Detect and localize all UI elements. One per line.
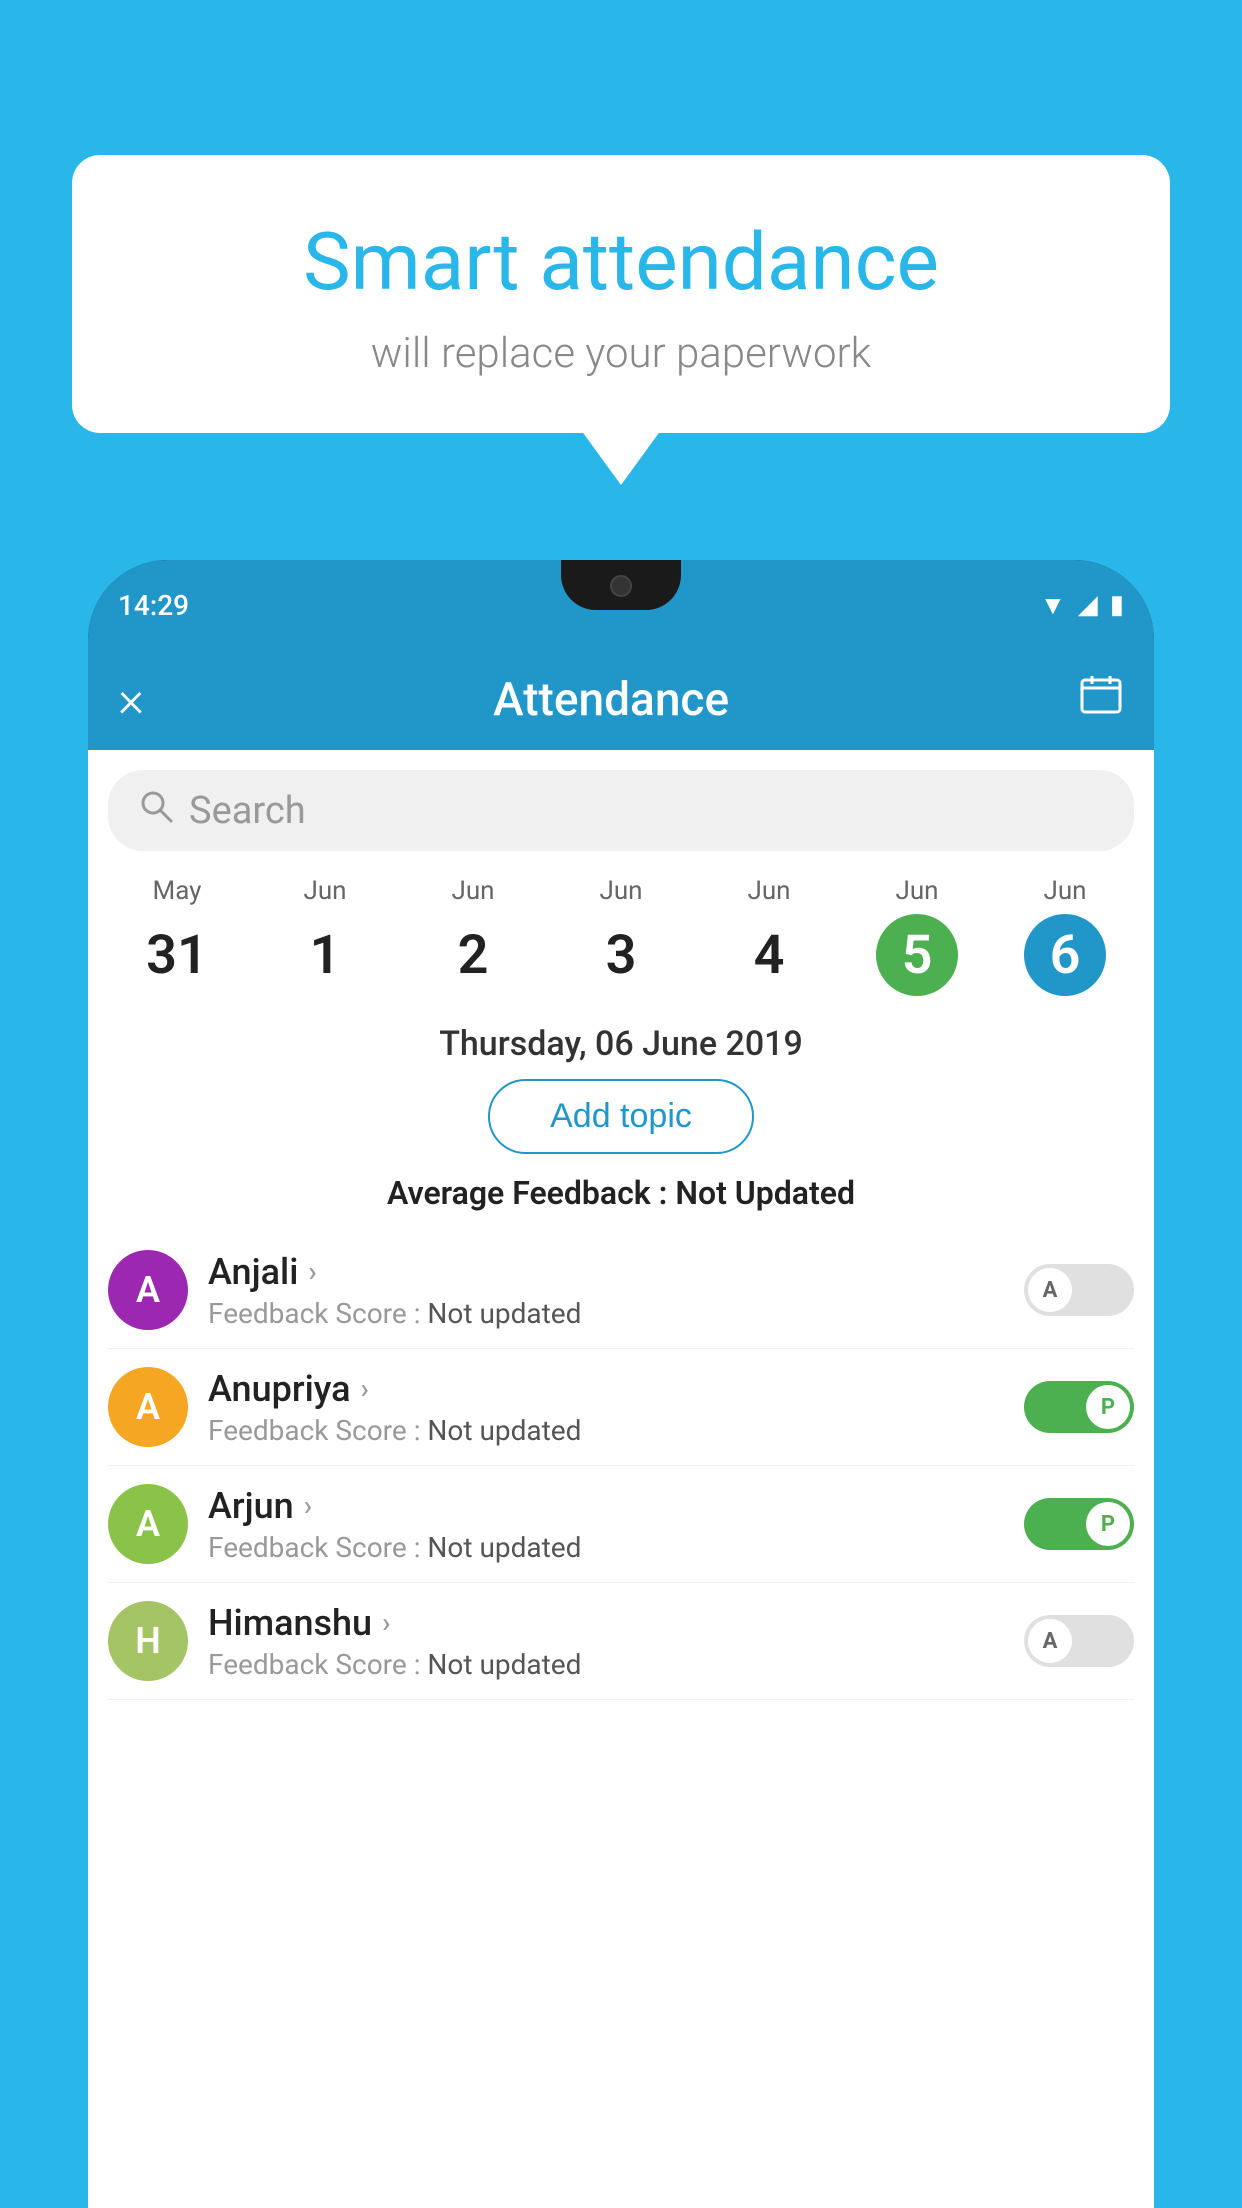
student-row-anupriya[interactable]: A Anupriya › Feedback Score : Not update… [108, 1349, 1134, 1466]
signal-icon: ◢ [1078, 590, 1098, 620]
date-may31[interactable]: May 31 [103, 876, 251, 996]
status-time: 14:29 [118, 589, 189, 622]
student-row-anjali[interactable]: A Anjali › Feedback Score : Not updated … [108, 1232, 1134, 1349]
speech-bubble: Smart attendance will replace your paper… [72, 155, 1170, 433]
app-bar-title: Attendance [174, 673, 1048, 727]
toggle-himanshu[interactable]: A [1024, 1615, 1134, 1667]
student-name-himanshu: Himanshu [208, 1602, 372, 1644]
date-jun1[interactable]: Jun 1 [251, 876, 399, 996]
calendar-button[interactable] [1078, 672, 1124, 729]
toggle-arjun[interactable]: P [1024, 1498, 1134, 1550]
toggle-knob-anupriya: P [1086, 1385, 1130, 1429]
student-name-arjun: Arjun [208, 1485, 294, 1527]
battery-icon: ▮ [1110, 590, 1124, 620]
toggle-knob-arjun: P [1086, 1502, 1130, 1546]
date-jun4[interactable]: Jun 4 [695, 876, 843, 996]
avatar-himanshu: H [108, 1601, 188, 1681]
student-name-anupriya: Anupriya [208, 1368, 351, 1410]
date-row: May 31 Jun 1 Jun 2 Jun 3 Jun 4 Jun 5 [88, 861, 1154, 996]
chevron-icon: › [361, 1372, 369, 1405]
student-info-himanshu: Himanshu › Feedback Score : Not updated [208, 1602, 1004, 1681]
toggle-knob-anjali: A [1028, 1268, 1072, 1312]
student-row-arjun[interactable]: A Arjun › Feedback Score : Not updated P [108, 1466, 1134, 1583]
avg-feedback-value: Not Updated [675, 1174, 855, 1212]
chevron-icon: › [304, 1489, 312, 1522]
search-placeholder: Search [189, 789, 1104, 833]
bubble-title: Smart attendance [122, 215, 1120, 309]
student-name-anjali: Anjali [208, 1251, 298, 1293]
close-button[interactable]: × [118, 671, 144, 729]
wifi-icon: ▼ [1040, 590, 1066, 621]
content-area: Search May 31 Jun 1 Jun 2 Jun 3 Jun 4 [88, 750, 1154, 2208]
avatar-anjali: A [108, 1250, 188, 1330]
app-bar: × Attendance [88, 650, 1154, 750]
student-info-arjun: Arjun › Feedback Score : Not updated [208, 1485, 1004, 1564]
phone-frame: 14:29 ▼ ◢ ▮ × Attendance [88, 560, 1154, 2208]
student-list: A Anjali › Feedback Score : Not updated … [88, 1232, 1154, 1700]
toggle-anupriya[interactable]: P [1024, 1381, 1134, 1433]
student-info-anupriya: Anupriya › Feedback Score : Not updated [208, 1368, 1004, 1447]
search-bar[interactable]: Search [108, 770, 1134, 851]
date-jun3[interactable]: Jun 3 [547, 876, 695, 996]
toggle-knob-himanshu: A [1028, 1619, 1072, 1663]
toggle-anjali[interactable]: A [1024, 1264, 1134, 1316]
chevron-icon: › [308, 1255, 316, 1288]
search-icon [138, 788, 174, 833]
avg-feedback: Average Feedback : Not Updated [88, 1174, 1154, 1212]
avatar-arjun: A [108, 1484, 188, 1564]
chevron-icon: › [382, 1606, 390, 1639]
avg-feedback-label: Average Feedback : [387, 1174, 675, 1212]
selected-date-label: Thursday, 06 June 2019 [88, 996, 1154, 1079]
avatar-anupriya: A [108, 1367, 188, 1447]
add-topic-button[interactable]: Add topic [488, 1079, 754, 1154]
date-jun6[interactable]: Jun 6 [991, 876, 1139, 996]
status-icons: ▼ ◢ ▮ [1040, 590, 1124, 621]
student-info-anjali: Anjali › Feedback Score : Not updated [208, 1251, 1004, 1330]
notch [561, 560, 681, 610]
date-jun2[interactable]: Jun 2 [399, 876, 547, 996]
notch-camera [610, 575, 632, 597]
date-jun5[interactable]: Jun 5 [843, 876, 991, 996]
student-row-himanshu[interactable]: H Himanshu › Feedback Score : Not update… [108, 1583, 1134, 1700]
status-bar: 14:29 ▼ ◢ ▮ [88, 560, 1154, 650]
bubble-subtitle: will replace your paperwork [122, 329, 1120, 378]
